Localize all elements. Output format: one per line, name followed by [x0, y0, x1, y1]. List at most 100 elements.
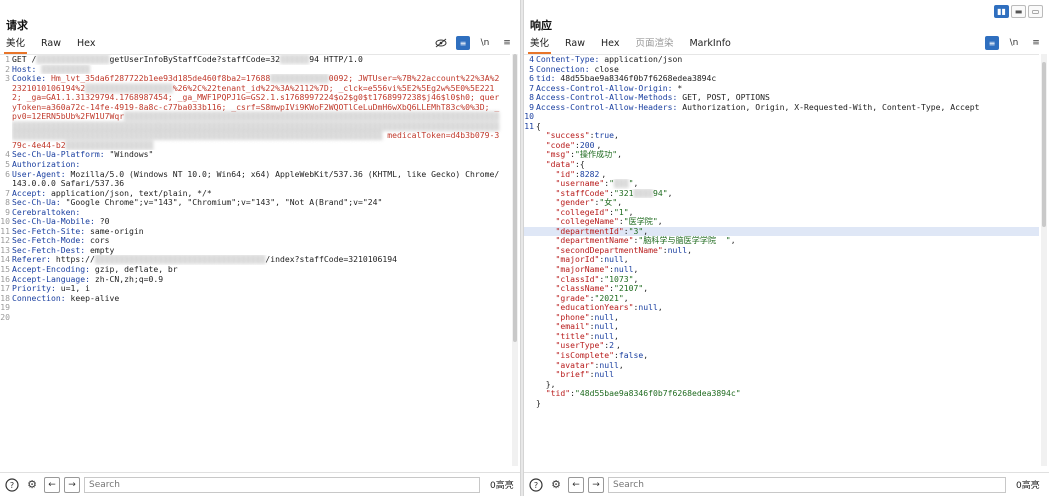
response-scrollbar[interactable]: [1041, 54, 1047, 466]
help-icon[interactable]: ?: [528, 477, 544, 493]
request-line: 10 Sec-Ch-Ua-Mobile: ?0: [0, 216, 110, 227]
wrap-icon[interactable]: ≡: [456, 36, 470, 50]
response-json-line: "success":true,: [545, 131, 619, 141]
request-line: 9 Cerebraltoken:: [5, 206, 81, 217]
response-json-line: "title":null,: [555, 331, 619, 341]
response-json-line: "data":{: [545, 160, 585, 170]
forward-arrow-icon[interactable]: →: [588, 476, 604, 493]
response-search-input[interactable]: [608, 476, 1006, 493]
back-arrow-icon[interactable]: ←: [568, 476, 584, 493]
menu-icon[interactable]: ≡: [500, 36, 514, 50]
response-json-line: "majorName":null,: [555, 265, 639, 275]
wrap-icon[interactable]: ≡: [985, 36, 999, 50]
response-footer: ? ⚙ ← → 0高亮: [524, 472, 1049, 496]
single-pane-icon[interactable]: ▭: [1028, 5, 1043, 18]
menu-icon[interactable]: ≡: [1029, 36, 1043, 50]
response-json-line: "phone":null,: [555, 312, 619, 322]
response-json-line: "educationYears":null,: [555, 303, 663, 313]
response-header-line: 5 Connection: close: [529, 63, 619, 74]
response-json-line: "id":8282,: [555, 169, 607, 179]
request-line: 11 Sec-Fetch-Site: same-origin: [0, 225, 144, 236]
response-header-line: 8 Access-Control-Allow-Methods: GET, POST…: [529, 92, 770, 103]
request-line: 4 Sec-Ch-Ua-Platform: "Windows": [5, 149, 154, 160]
response-json-line: "departmentName":"脑科学与脑医学学院 ",: [555, 236, 736, 246]
response-json-line: "staffCode":"321▒▒▒▒94",: [555, 188, 673, 198]
split-columns-icon[interactable]: ▮▮: [994, 5, 1009, 18]
forward-arrow-icon[interactable]: →: [64, 476, 80, 493]
request-editor[interactable]: 1 GET /▒▒▒▒▒▒▒▒▒▒▒▒▒▒▒getUserInfoByStaffC…: [0, 54, 510, 470]
response-json-line: "className":"2107",: [555, 284, 649, 294]
request-line: 5 Authorization:: [5, 159, 81, 170]
response-header-line: 7 Access-Control-Allow-Origin: *: [529, 82, 683, 93]
request-search-input[interactable]: [84, 476, 480, 493]
eye-slash-icon[interactable]: [434, 36, 448, 50]
response-json-line: "isComplete":false,: [555, 350, 649, 360]
tab-render[interactable]: 页面渲染: [629, 36, 683, 52]
request-line: 1 GET /▒▒▒▒▒▒▒▒▒▒▒▒▒▒▒getUserInfoByStaffC…: [5, 54, 363, 64]
help-icon[interactable]: ?: [4, 477, 20, 493]
request-line: 7 Accept: application/json, text/plain, *…: [5, 187, 212, 198]
tab-pretty[interactable]: 美化: [0, 36, 35, 54]
response-json-line: "majorId":null,: [555, 255, 629, 265]
request-title: 请求: [6, 19, 28, 32]
request-line: 2 Host: ▒▒▒▒▒▒▒▒▒▒: [5, 63, 90, 74]
tab-markinfo[interactable]: MarkInfo: [683, 36, 740, 52]
response-json-line: "msg":"操作成功",: [545, 150, 622, 160]
tab-raw[interactable]: Raw: [559, 36, 595, 52]
response-json-line: "collegeId":"1",: [555, 207, 634, 217]
request-line: 3 Cookie: Hm_lvt_35da6f287722b1ee93d185de…: [5, 73, 500, 150]
response-json-line: "classId":"1073",: [555, 274, 639, 284]
response-tabs: 美化 Raw Hex 页面渲染 MarkInfo ≡ \n ≡: [524, 36, 1049, 54]
response-json-line: "departmentId":"3",: [524, 226, 1039, 237]
svg-text:?: ?: [534, 481, 538, 490]
response-title: 响应: [530, 19, 552, 32]
response-json-line: },: [536, 379, 556, 389]
gear-icon[interactable]: ⚙: [24, 477, 40, 493]
response-header-line: 10: [524, 111, 534, 122]
request-line: 8 Sec-Ch-Ua: "Google Chrome";v="143", "Ch…: [5, 197, 383, 208]
tab-pretty[interactable]: 美化: [524, 36, 559, 54]
request-line: 6 User-Agent: Mozilla/5.0 (Windows NT 10.…: [5, 168, 500, 189]
response-json-line: }: [536, 398, 541, 408]
request-line: 15 Accept-Encoding: gzip, deflate, br: [0, 264, 178, 275]
request-line: 18 Connection: keep-alive: [0, 292, 120, 303]
response-json-line: "tid":"48d55bae9a8346f0b7f6268edea3894c": [545, 389, 741, 399]
response-header-line: 4 Content-Type: application/json: [529, 54, 683, 64]
response-json-line: "grade":"2021",: [555, 293, 629, 303]
response-editor[interactable]: 4 Content-Type: application/json 5 Connecti…: [524, 54, 1039, 470]
response-json-line: "username":"▒▒▒",: [555, 179, 639, 189]
request-scrollbar[interactable]: [512, 54, 518, 466]
request-line: 13 Sec-Fetch-Dest: empty: [0, 244, 115, 255]
request-line: 12 Sec-Fetch-Mode: cors: [0, 235, 110, 246]
response-json-line: "userType":2,: [555, 341, 621, 351]
request-tabs: 美化 Raw Hex ≡ \n ≡: [0, 36, 520, 54]
response-json-line: 11{: [524, 120, 541, 131]
svg-text:?: ?: [10, 481, 14, 490]
gear-icon[interactable]: ⚙: [548, 477, 564, 493]
request-line: 16 Accept-Language: zh-CN,zh;q=0.9: [0, 273, 164, 284]
response-json-line: "gender":"女",: [555, 198, 623, 208]
split-rows-icon[interactable]: ▬: [1011, 5, 1026, 18]
response-json-line: "avatar":null,: [555, 360, 624, 370]
request-line: 20: [0, 311, 10, 322]
response-json-line: "code":200,: [545, 140, 602, 150]
response-json-line: "collegeName":"医学院",: [555, 217, 663, 227]
request-line: 17 Priority: u=1, i: [0, 283, 90, 294]
response-json-line: "email":null,: [555, 322, 619, 332]
tab-raw[interactable]: Raw: [35, 36, 71, 52]
request-line: 19: [0, 302, 10, 313]
newline-icon[interactable]: \n: [1007, 36, 1021, 50]
layout-toggles: ▮▮ ▬ ▭: [994, 5, 1043, 18]
response-header-line: 6 tid: 48d55bae9a8346f0b7f6268edea3894c: [529, 73, 717, 84]
request-line: 14 Referer: https://▒▒▒▒▒▒▒▒▒▒▒▒▒▒▒▒▒▒▒▒▒…: [0, 254, 397, 265]
newline-icon[interactable]: \n: [478, 36, 492, 50]
response-pane: ▮▮ ▬ ▭ 响应 美化 Raw Hex 页面渲染 MarkInfo ≡ \n …: [524, 0, 1049, 496]
back-arrow-icon[interactable]: ←: [44, 476, 60, 493]
tab-hex[interactable]: Hex: [595, 36, 629, 52]
tab-hex[interactable]: Hex: [71, 36, 105, 52]
request-hit-count: 0高亮: [490, 481, 514, 491]
request-pane: 请求 美化 Raw Hex ≡ \n ≡ 1 GET /▒▒▒▒▒▒▒▒▒▒▒▒▒…: [0, 0, 520, 496]
request-footer: ? ⚙ ← → 0高亮: [0, 472, 520, 496]
response-json-line: "brief":null: [555, 370, 615, 380]
response-json-line: "secondDepartmentName":null,: [555, 245, 692, 255]
